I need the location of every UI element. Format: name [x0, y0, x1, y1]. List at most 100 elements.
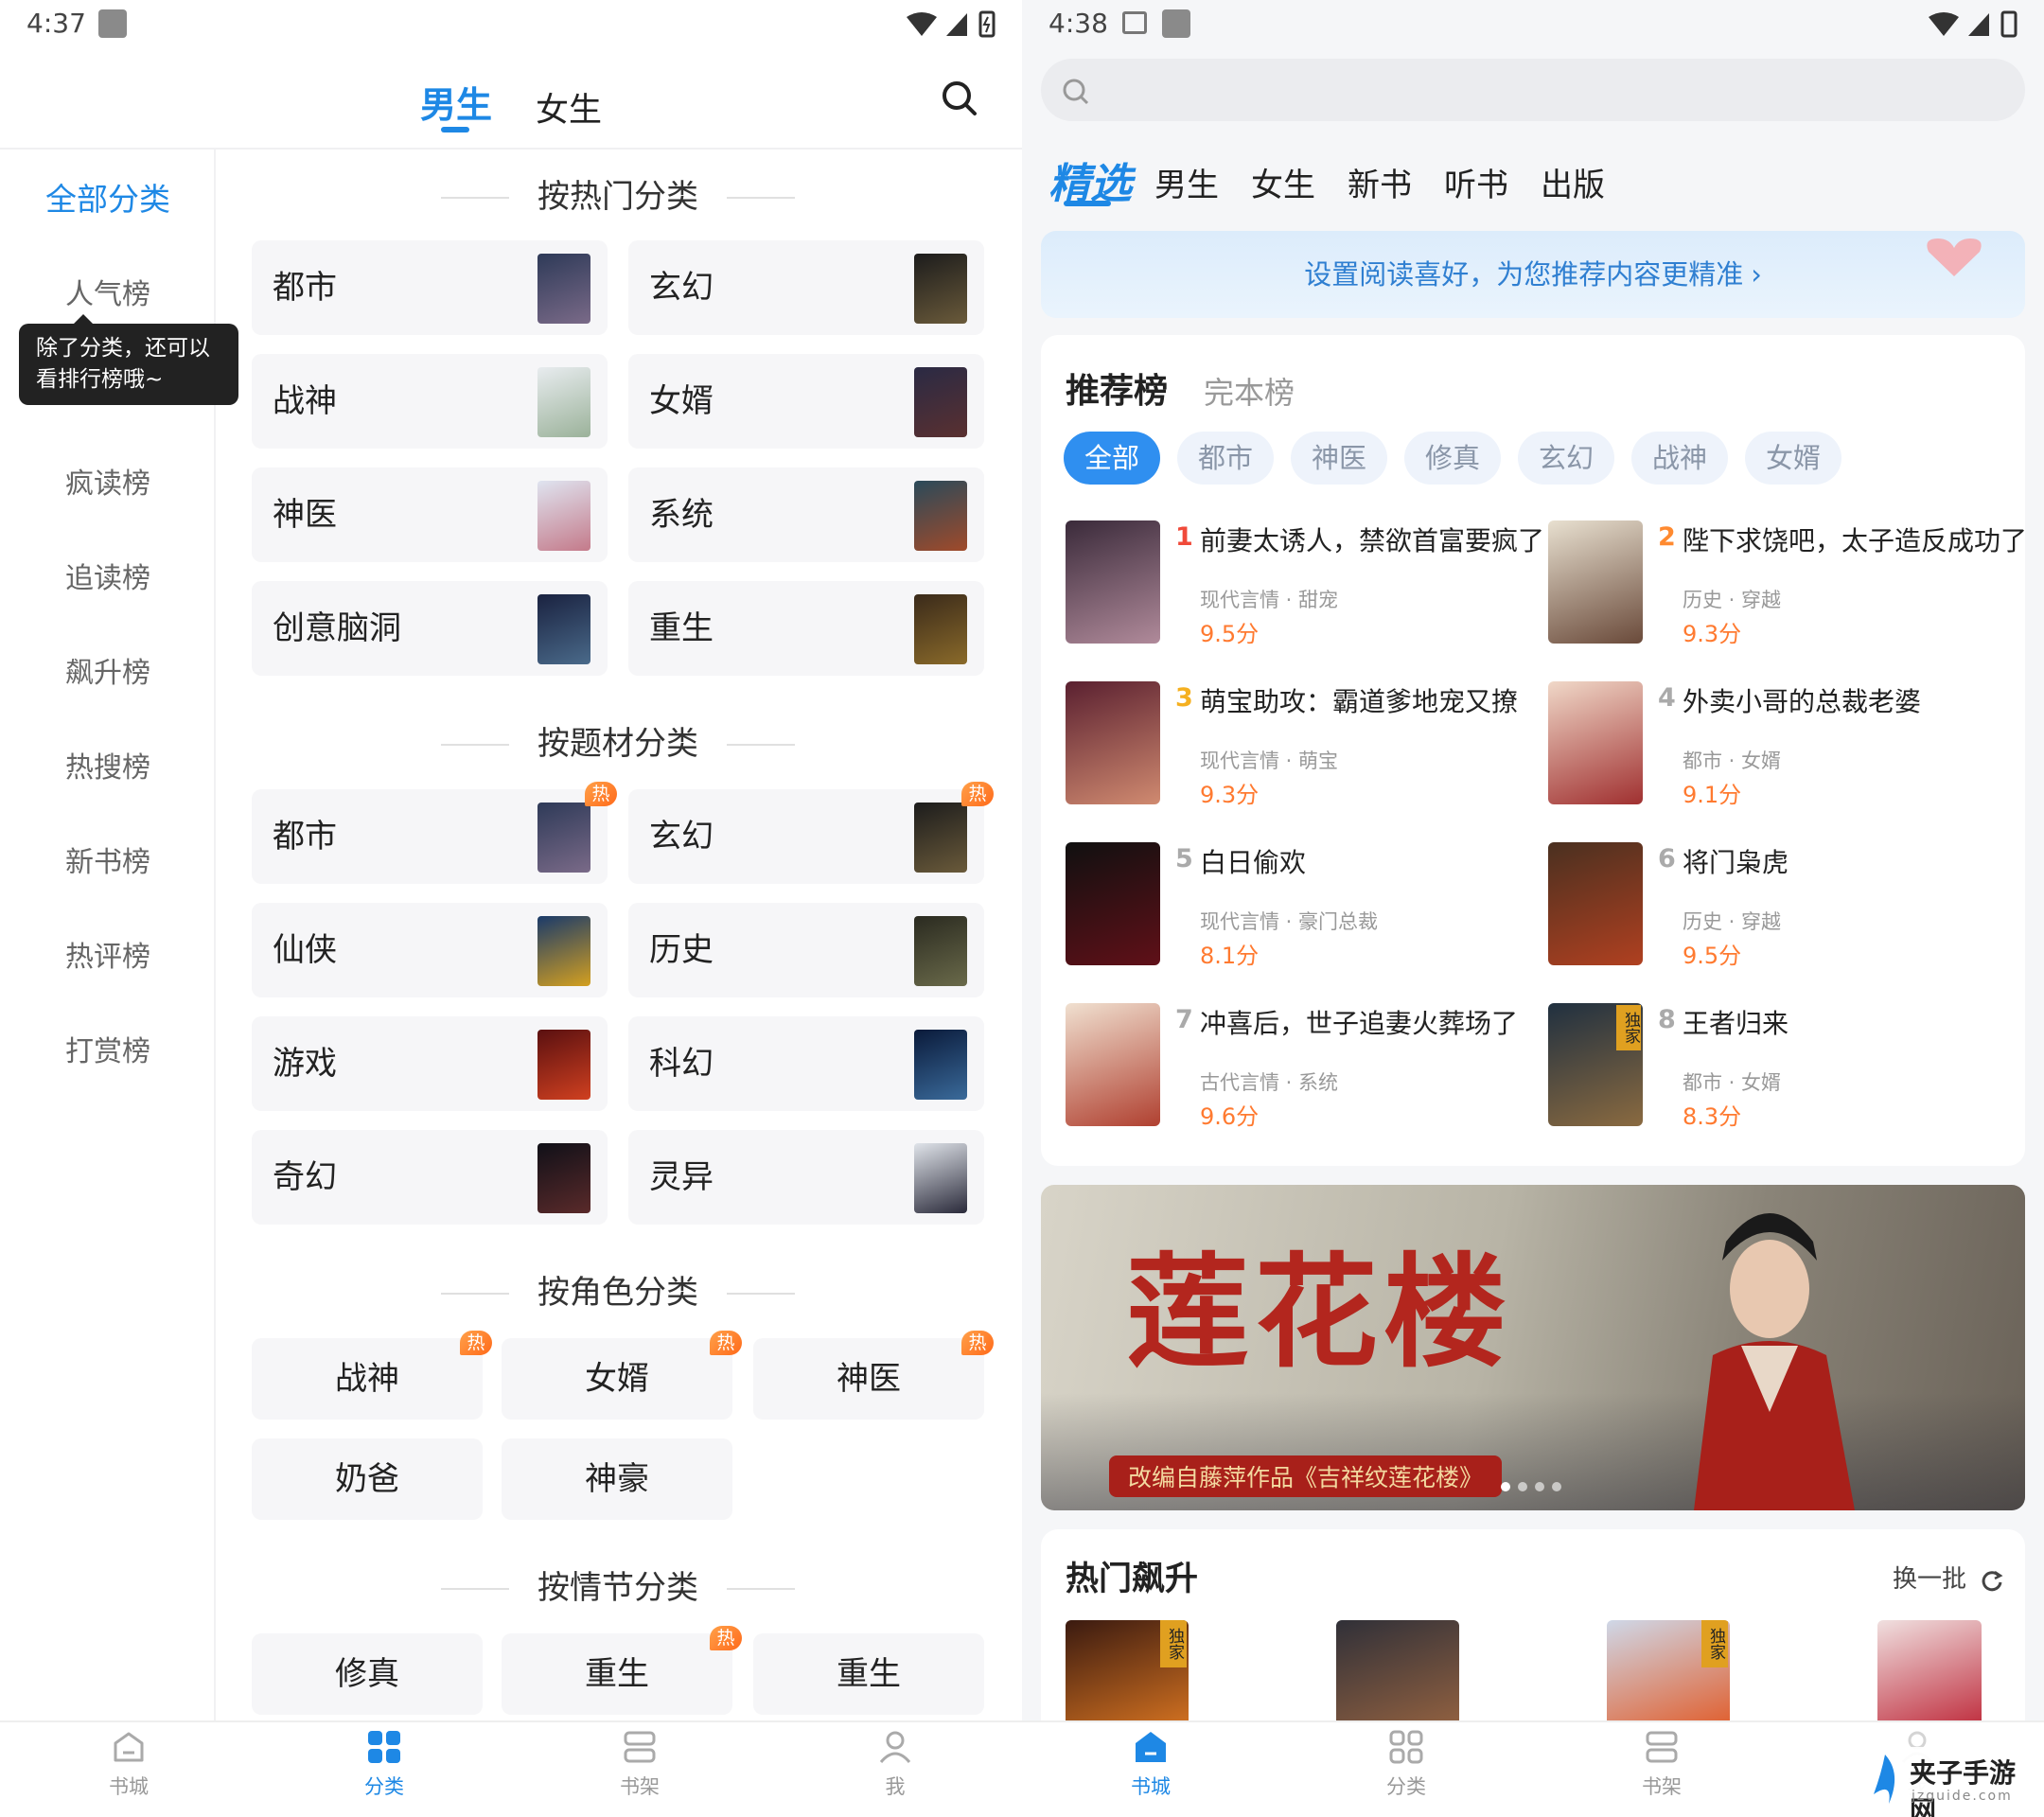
pill-label: 重生: [585, 1655, 649, 1693]
filter-chip[interactable]: 玄幻: [1518, 432, 1615, 485]
category-card[interactable]: 都市: [252, 240, 608, 335]
book-cover: [1066, 1003, 1160, 1126]
rank-number: 5: [1175, 844, 1193, 873]
sidebar-item-all[interactable]: 全部分类: [0, 174, 216, 220]
role-pill[interactable]: 女婿 热: [502, 1331, 742, 1420]
ranked-book[interactable]: 2 陛下求饶吧，太子造反成功了 历史 · 穿越 9.3分: [1548, 520, 2027, 653]
category-card[interactable]: 创意脑洞: [252, 581, 608, 676]
filter-chip[interactable]: 女婿: [1745, 432, 1842, 485]
search-icon[interactable]: [941, 79, 978, 117]
nav-category[interactable]: 分类: [308, 1728, 460, 1800]
ranked-book[interactable]: 3 萌宝助攻：霸道爹地宠又撩 现代言情 · 萌宝 9.3分: [1066, 681, 1539, 814]
category-card[interactable]: 重生: [628, 581, 984, 676]
book-cover: [537, 254, 590, 324]
channel-tab-female[interactable]: 女生: [1251, 159, 1315, 205]
ranked-book[interactable]: 1 前妻太诱人，禁欲首富要疯了 现代言情 · 甜宠 9.5分: [1066, 520, 1544, 653]
sidebar-item-popular[interactable]: 人气榜: [0, 271, 216, 312]
ranked-book[interactable]: 独家 8 王者归来 都市 · 女婿 8.3分: [1548, 1003, 2021, 1136]
plot-pill[interactable]: 重生: [753, 1633, 984, 1715]
category-label: 灵异: [649, 1158, 714, 1196]
nav-label: 书架: [620, 1775, 660, 1798]
filter-chip[interactable]: 都市: [1177, 432, 1275, 485]
rank-number: 8: [1658, 1005, 1676, 1034]
category-card[interactable]: 游戏: [252, 1016, 608, 1111]
sidebar-item-crazy-read[interactable]: 疯读榜: [0, 460, 216, 502]
book-cover: [537, 1143, 590, 1213]
book-tags: 现代言情 · 豪门总裁: [1200, 910, 1379, 933]
book-tags: 历史 · 穿越: [1683, 910, 1782, 933]
role-pill[interactable]: 战神 热: [252, 1331, 492, 1420]
refresh-button[interactable]: 换一批: [1893, 1560, 2004, 1595]
nav-bookshelf[interactable]: 书架: [1586, 1728, 1737, 1800]
sidebar-item-follow[interactable]: 追读榜: [0, 555, 216, 596]
category-card[interactable]: 灵异: [628, 1130, 984, 1225]
category-card[interactable]: 历史: [628, 903, 984, 997]
plot-pill[interactable]: 修真: [252, 1633, 483, 1715]
filter-chip[interactable]: 战神: [1631, 432, 1729, 485]
plot-pill[interactable]: 重生 热: [502, 1626, 742, 1715]
role-pill[interactable]: 神医 热: [753, 1331, 994, 1420]
book-tags: 古代言情 · 系统: [1200, 1071, 1339, 1094]
channel-tab-new[interactable]: 新书: [1348, 159, 1412, 205]
filter-chip[interactable]: 神医: [1291, 432, 1388, 485]
category-card[interactable]: 奇幻: [252, 1130, 608, 1225]
sidebar-item-new[interactable]: 新书榜: [0, 838, 216, 880]
book-cover: 独家: [1548, 1003, 1643, 1126]
role-pill[interactable]: 神豪: [502, 1438, 732, 1520]
book-cover: [1548, 520, 1643, 644]
hot-book-cover[interactable]: [1336, 1620, 1459, 1724]
sidebar-item-hot-review[interactable]: 热评榜: [0, 933, 216, 975]
filter-chip-all[interactable]: 全部: [1064, 432, 1161, 485]
category-card[interactable]: 神医: [252, 467, 608, 562]
sidebar-item-hot-search[interactable]: 热搜榜: [0, 744, 216, 785]
nav-category[interactable]: 分类: [1330, 1728, 1482, 1800]
channel-tab-male[interactable]: 男生: [1154, 159, 1219, 205]
category-card[interactable]: 玄幻 热: [628, 782, 994, 884]
heart-icon: [1927, 238, 1982, 276]
search-input[interactable]: [1041, 59, 2025, 121]
ranked-book[interactable]: 4 外卖小哥的总裁老婆 都市 · 女婿 9.1分: [1548, 681, 2021, 814]
preference-banner[interactable]: 设置阅读喜好，为您推荐内容更精准 ›: [1041, 231, 2025, 318]
rank-tab-recommend[interactable]: 推荐榜: [1066, 363, 1168, 413]
hot-book-cover[interactable]: [1877, 1620, 1982, 1724]
rank-tab-complete[interactable]: 完本榜: [1204, 369, 1295, 413]
grid-icon: [368, 1731, 400, 1763]
category-card[interactable]: 仙侠: [252, 903, 608, 997]
nav-bookstore[interactable]: 书城: [53, 1728, 204, 1800]
hot-badge: 热: [961, 1331, 994, 1355]
filter-chip[interactable]: 修真: [1404, 432, 1502, 485]
promo-carousel[interactable]: 莲花楼 改编自藤萍作品《吉祥纹莲花楼》: [1041, 1185, 2025, 1510]
book-cover: [537, 367, 590, 437]
sidebar-item-rising[interactable]: 飙升榜: [0, 649, 216, 691]
nav-bookshelf[interactable]: 书架: [564, 1728, 715, 1800]
notification-icon: [1162, 9, 1190, 38]
ranking-tooltip: 除了分类，还可以 看排行榜哦~: [19, 314, 238, 405]
tab-male[interactable]: 男生: [420, 76, 492, 128]
watermark-url: jzguide.com: [1912, 1789, 2013, 1804]
category-card[interactable]: 战神: [252, 354, 608, 449]
category-card[interactable]: 系统: [628, 467, 984, 562]
ranked-book[interactable]: 5 白日偷欢 现代言情 · 豪门总裁 8.1分: [1066, 842, 1539, 975]
nav-me[interactable]: 我: [819, 1728, 971, 1800]
ranked-book[interactable]: 7 冲喜后，世子追妻火葬场了 古代言情 · 系统 9.6分: [1066, 1003, 1539, 1136]
channel-tab-publish[interactable]: 出版: [1541, 159, 1605, 205]
home-icon: [1136, 1732, 1166, 1762]
channel-tab-audio[interactable]: 听书: [1444, 159, 1508, 205]
category-card[interactable]: 科幻: [628, 1016, 984, 1111]
ranked-book[interactable]: 6 将门枭虎 历史 · 穿越 9.5分: [1548, 842, 2021, 975]
category-card[interactable]: 女婿: [628, 354, 984, 449]
book-score: 9.6分: [1200, 1103, 1260, 1130]
role-pill[interactable]: 奶爸: [252, 1438, 483, 1520]
hot-book-cover[interactable]: 独家: [1066, 1620, 1189, 1724]
book-score: 9.1分: [1683, 782, 1742, 808]
sidebar-item-reward[interactable]: 打赏榜: [0, 1028, 216, 1069]
book-title: 王者归来: [1683, 1008, 1789, 1039]
book-cover: [537, 803, 590, 873]
hot-book-cover[interactable]: 独家: [1607, 1620, 1730, 1724]
category-card[interactable]: 玄幻: [628, 240, 984, 335]
book-cover: [1548, 842, 1643, 965]
category-card[interactable]: 都市 热: [252, 782, 617, 884]
tab-female[interactable]: 女生: [536, 83, 602, 132]
nav-bookstore[interactable]: 书城: [1075, 1728, 1226, 1800]
book-title: 前妻太诱人，禁欲首富要疯了: [1200, 525, 1545, 556]
